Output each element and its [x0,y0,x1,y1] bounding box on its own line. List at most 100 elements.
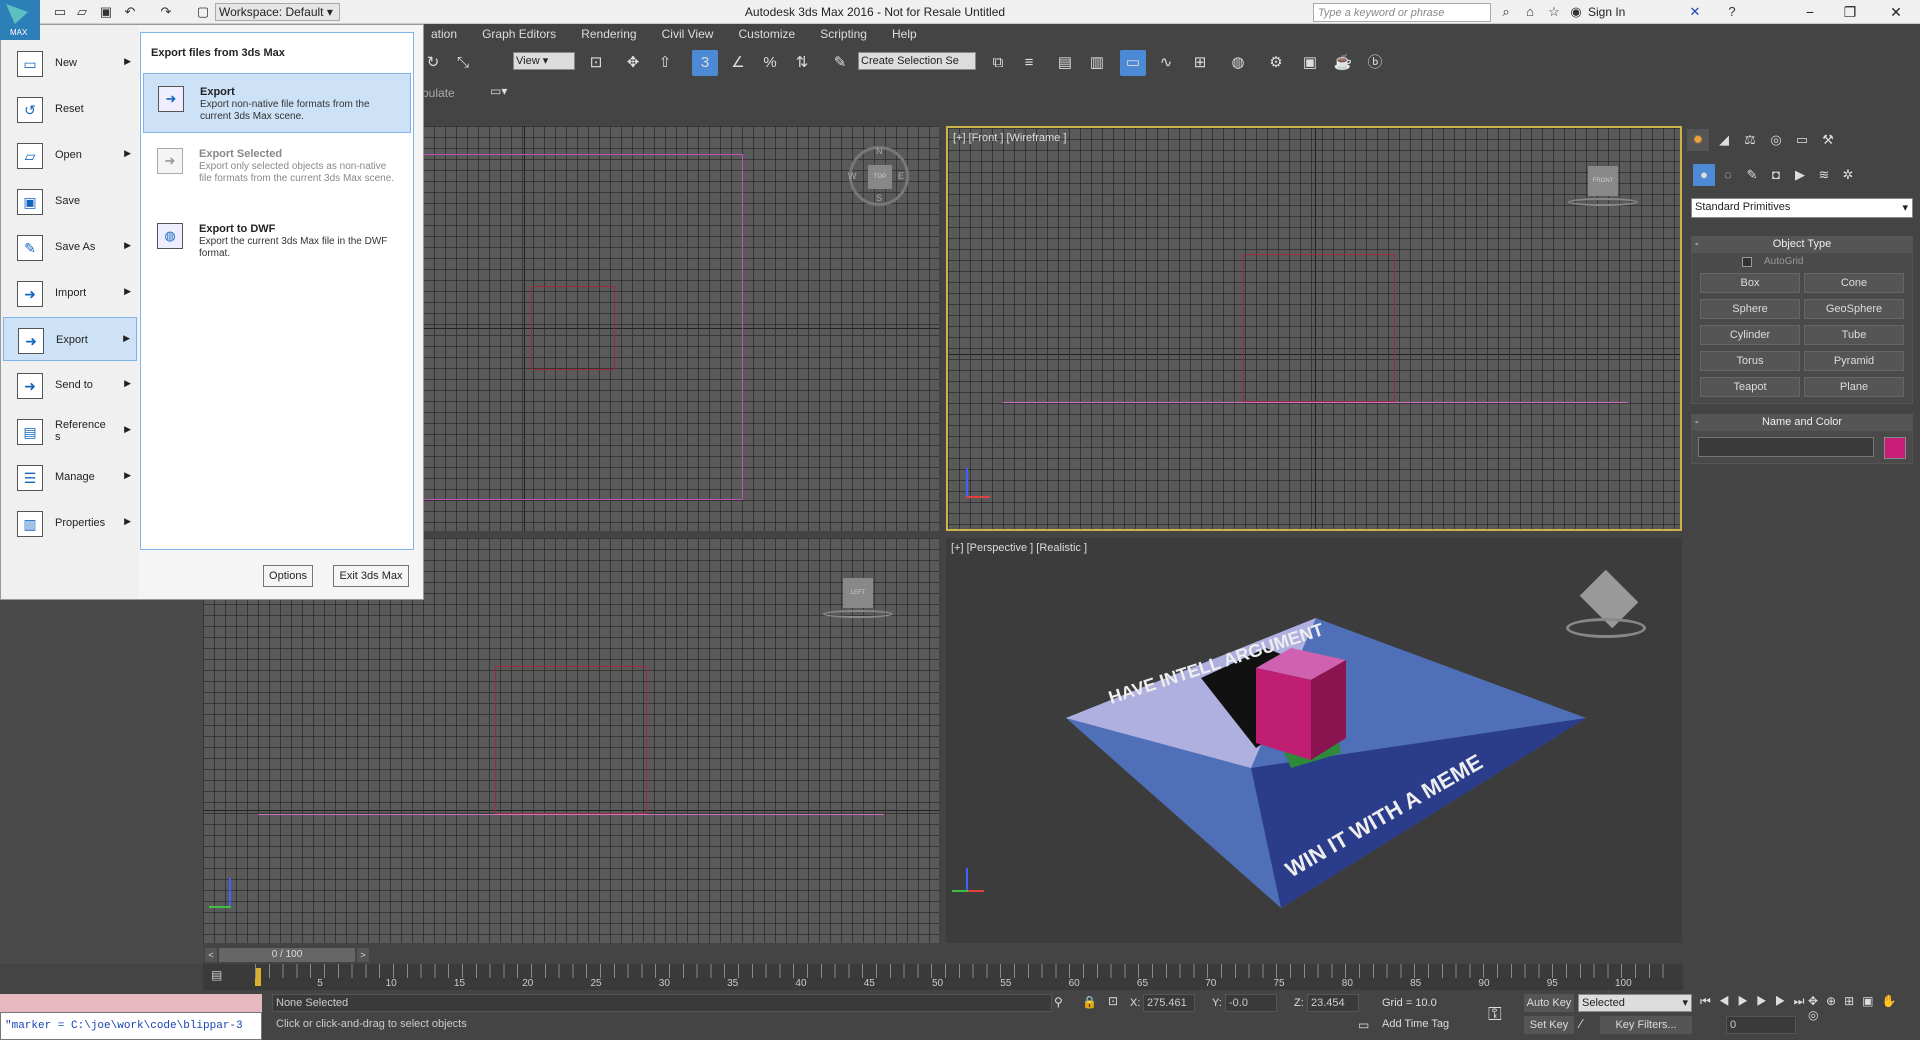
object-color-swatch[interactable] [1884,437,1906,459]
isolate-selection-icon[interactable]: ⚲ [1054,995,1063,1009]
box-button[interactable]: Box [1700,273,1800,293]
viewcube-ring[interactable] [1568,198,1638,206]
cylinder-button[interactable]: Cylinder [1700,325,1800,345]
z-coordinate-field[interactable]: 23.454 [1307,994,1359,1012]
redo-icon[interactable]: ↷ [156,3,176,21]
menu-item-send-to[interactable]: ➜ Send to ▶ [3,363,137,407]
help-icon[interactable]: ? [1722,3,1742,21]
user-icon[interactable]: ◉ [1566,3,1586,21]
menu-civil-view[interactable]: Civil View [651,24,725,44]
x-coordinate-field[interactable]: 275.461 [1143,994,1195,1012]
named-selection-set-dropdown[interactable]: Create Selection Se [858,52,976,70]
auto-key-button[interactable]: Auto Key [1524,994,1574,1012]
maxscript-listener-strip[interactable] [0,994,262,1012]
project-folder-icon[interactable]: ▢ [193,3,213,21]
application-button[interactable]: MAX [0,0,40,40]
material-editor-icon[interactable]: ◍ [1225,50,1251,76]
scale-icon[interactable]: ⤡ [450,50,476,76]
minimize-icon[interactable]: − [1790,2,1830,22]
exit-button[interactable]: Exit 3ds Max [333,565,409,587]
pyramid-button[interactable]: Pyramid [1804,351,1904,371]
menu-rendering[interactable]: Rendering [570,24,647,44]
sign-in-link[interactable]: Sign In [1588,5,1625,19]
set-key-mode-icon[interactable]: ⚿ [1488,1004,1502,1025]
viewport-perspective-label[interactable]: [+] [Perspective ] [Realistic ] [951,542,1087,554]
lights-icon[interactable]: ✎ [1741,164,1763,186]
viewport-nav-controls[interactable]: ✥⊕⊞▣✋◎ [1808,994,1918,1022]
menu-item-open[interactable]: ▱ Open ▶ [3,133,137,177]
display-tab-icon[interactable]: ▭ [1791,129,1813,151]
workspace-dropdown[interactable]: Workspace: Default ▾ [215,3,340,21]
menu-item-properties[interactable]: ▥ Properties ▶ [3,501,137,545]
pivot-icon[interactable]: ⊡ [583,50,609,76]
save-file-icon[interactable]: ▣ [96,3,116,21]
teapot-button[interactable]: Teapot [1700,377,1800,397]
utilities-tab-icon[interactable]: ⚒ [1817,129,1839,151]
viewcube-left[interactable]: LEFT [843,578,873,608]
geometry-icon[interactable]: ● [1693,164,1715,186]
torus-button[interactable]: Torus [1700,351,1800,371]
keyboard-shortcut-icon[interactable]: ⇧ [652,50,678,76]
frame-counter[interactable]: 0 / 100 [219,948,355,962]
tube-button[interactable]: Tube [1804,325,1904,345]
search-input[interactable]: Type a keyword or phrase [1313,3,1491,22]
create-tab-icon[interactable]: ✹ [1687,129,1709,151]
menu-graph-editors[interactable]: Graph Editors [471,24,567,44]
menu-customize[interactable]: Customize [728,24,807,44]
menu-scripting[interactable]: Scripting [809,24,878,44]
curve-editor-mini-icon[interactable]: ▤ [211,968,222,982]
object-category-dropdown[interactable]: Standard Primitives ▾ [1691,198,1913,218]
submenu-item-export[interactable]: ➜ Export Export non-native file formats … [143,73,411,133]
a360-render-icon[interactable]: ⓑ [1362,50,1388,76]
viewcube-ring[interactable] [823,610,893,618]
menu-item-references[interactable]: ▤ Reference s ▶ [3,409,137,453]
curve-editor-icon[interactable]: ∿ [1153,50,1179,76]
toggle-ribbon-icon[interactable]: ▭ [1120,50,1146,76]
menu-item-reset[interactable]: ↺ Reset [3,87,137,131]
systems-icon[interactable]: ✲ [1837,164,1859,186]
time-slider[interactable]: < 0 / 100 > [203,946,1683,964]
ribbon-populate-label[interactable]: pulate [422,86,455,100]
render-production-icon[interactable]: ☕ [1330,50,1356,76]
snaps-toggle-icon[interactable]: 3 [692,50,718,76]
close-icon[interactable]: ✕ [1876,2,1916,22]
object-name-input[interactable] [1698,437,1874,457]
plane-button[interactable]: Plane [1804,377,1904,397]
new-scene-icon[interactable]: ▭ [50,3,70,21]
scene-explorer-icon[interactable]: ▤ [1052,50,1078,76]
favorites-star-icon[interactable]: ☆ [1544,3,1564,21]
viewport-perspective[interactable]: [+] [Perspective ] [Realistic ] HAVE INT… [946,538,1682,943]
autogrid-checkbox[interactable] [1742,257,1752,267]
subscription-icon[interactable]: ⌂ [1520,3,1540,21]
cone-button[interactable]: Cone [1804,273,1904,293]
align-icon[interactable]: ≡ [1016,50,1042,76]
render-setup-icon[interactable]: ⚙ [1263,50,1289,76]
menu-item-save[interactable]: ▣ Save [3,179,137,223]
undo-icon[interactable]: ↶ [120,3,140,21]
viewcube-ring[interactable] [1566,618,1646,638]
reference-coord-dropdown[interactable]: View ▾ [513,52,575,70]
submenu-item-export-selected[interactable]: ➜ Export Selected Export only selected o… [143,136,411,206]
layer-explorer-icon[interactable]: ▥ [1084,50,1110,76]
hierarchy-tab-icon[interactable]: ⚖ [1739,129,1761,151]
menu-item-manage[interactable]: ☰ Manage ▶ [3,455,137,499]
object-type-rollout-header[interactable]: - Object Type [1691,236,1913,252]
open-file-icon[interactable]: ▱ [72,3,92,21]
y-coordinate-field[interactable]: -0.0 [1225,994,1277,1012]
submenu-item-export-dwf[interactable]: ◍ Export to DWF Export the current 3ds M… [143,211,411,271]
exchange-icon[interactable]: ✕ [1685,3,1705,21]
menu-item-new[interactable]: ▭ New ▶ [3,41,137,85]
space-warps-icon[interactable]: ≋ [1813,164,1835,186]
maxscript-mini-listener[interactable]: "marker = C:\joe\work\code\blippar-3 [0,1012,262,1040]
menu-help[interactable]: Help [881,24,928,44]
add-time-tag[interactable]: Add Time Tag [1382,1018,1449,1030]
current-frame-field[interactable]: 0 [1726,1016,1796,1034]
selection-set-dropdown[interactable]: Selected ▾ [1578,994,1692,1012]
viewport-front-label[interactable]: [+] [Front ] [Wireframe ] [953,132,1066,144]
menu-animation[interactable]: ation [420,24,468,44]
viewport-front[interactable]: [+] [Front ] [Wireframe ] FRONT [946,126,1682,531]
shapes-icon[interactable]: ◌ [1717,164,1739,186]
name-color-rollout-header[interactable]: - Name and Color [1691,414,1913,430]
schematic-view-icon[interactable]: ⊞ [1187,50,1213,76]
ribbon-toggle-icon[interactable]: ▭▾ [490,84,507,98]
